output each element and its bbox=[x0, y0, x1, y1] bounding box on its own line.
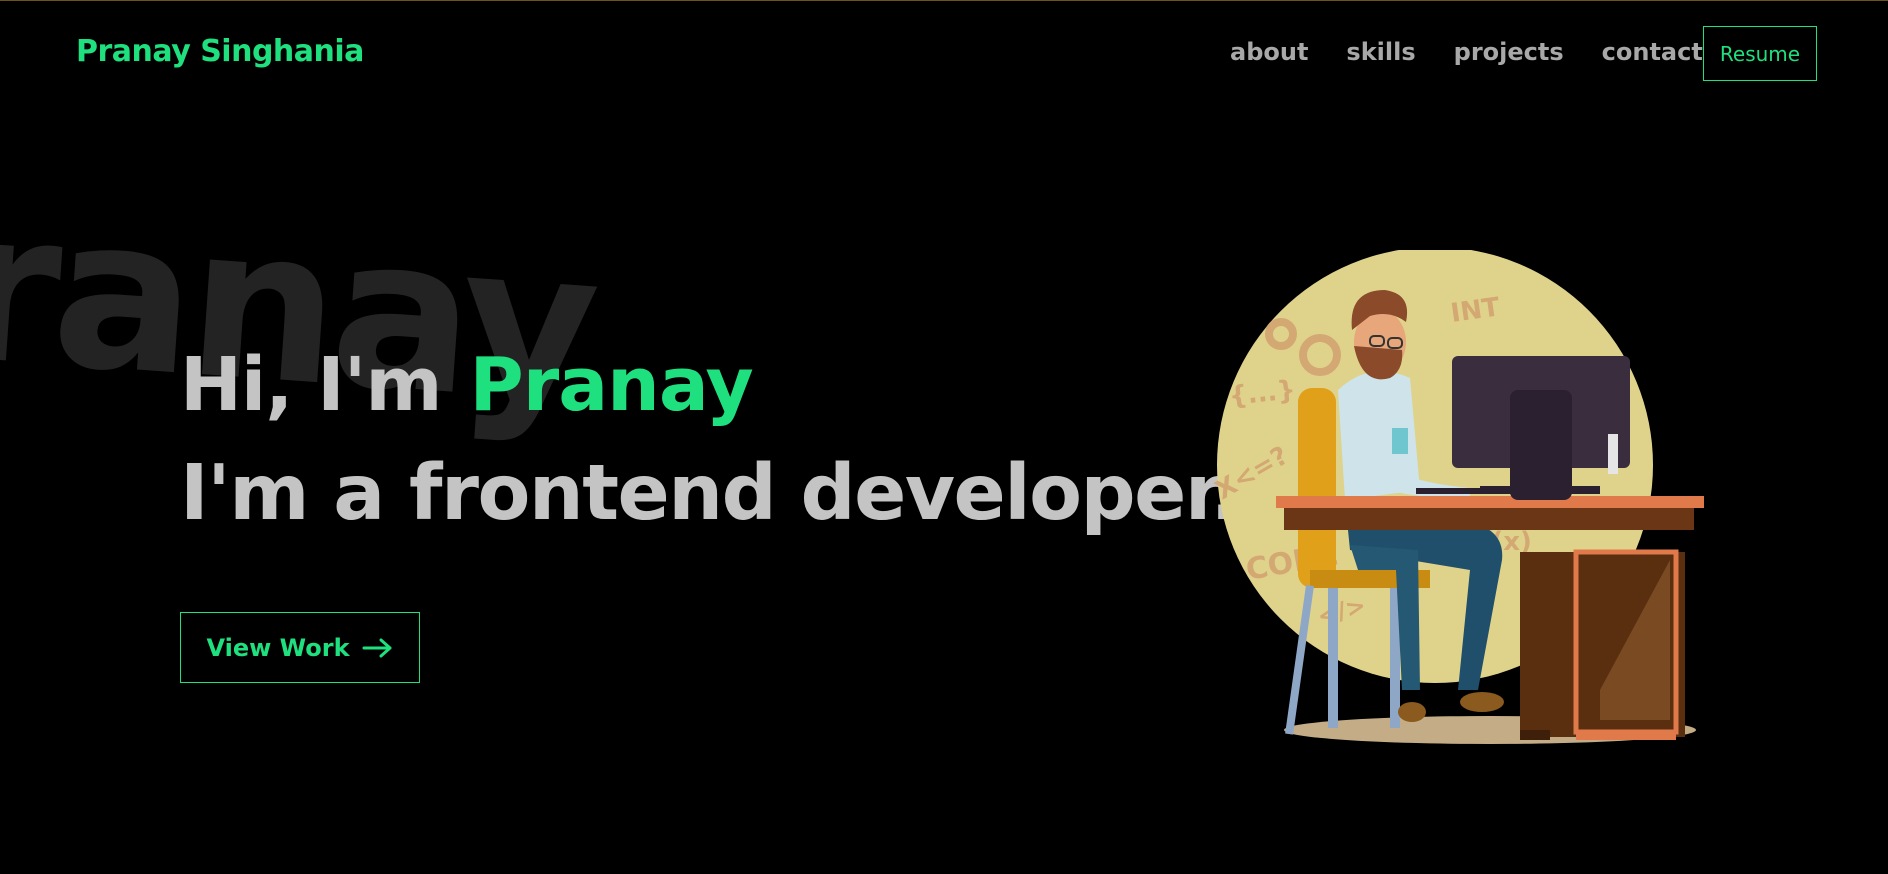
main-nav: about skills projects contact bbox=[1230, 38, 1741, 66]
resume-button[interactable]: Resume bbox=[1703, 26, 1817, 81]
hero-role: I'm a frontend developer. bbox=[180, 449, 1240, 538]
nav-link-projects[interactable]: projects bbox=[1454, 38, 1564, 66]
top-border bbox=[0, 0, 1888, 1]
site-logo[interactable]: Pranay Singhania bbox=[76, 34, 364, 69]
greeting-text: Hi, I'm bbox=[180, 342, 442, 428]
view-work-button[interactable]: View Work bbox=[180, 612, 420, 683]
hero-greeting: Hi, I'm Pranay bbox=[180, 348, 754, 422]
developer-illustration: INT {...} X<=? CODE </> f(x) bbox=[1211, 250, 1704, 744]
arrow-right-icon bbox=[362, 638, 392, 657]
nav-link-skills[interactable]: skills bbox=[1346, 38, 1415, 66]
hero-name: Pranay bbox=[469, 342, 753, 428]
view-work-label: View Work bbox=[206, 633, 350, 662]
nav-link-contact[interactable]: contact bbox=[1602, 38, 1703, 66]
nav-link-about[interactable]: about bbox=[1230, 38, 1308, 66]
